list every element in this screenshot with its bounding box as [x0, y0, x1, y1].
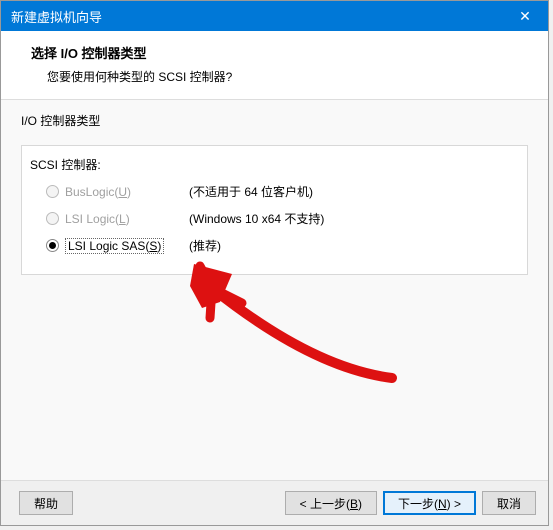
- wizard-header: 选择 I/O 控制器类型 您要使用何种类型的 SCSI 控制器?: [1, 31, 548, 100]
- radio-note: (Windows 10 x64 不支持): [189, 210, 324, 227]
- cancel-button[interactable]: 取消: [482, 491, 536, 515]
- footer: 帮助 < 上一步(B) 下一步(N) > 取消: [1, 480, 548, 525]
- next-button[interactable]: 下一步(N) >: [383, 491, 476, 515]
- radio-icon: [46, 212, 59, 225]
- help-button[interactable]: 帮助: [19, 491, 73, 515]
- back-button[interactable]: < 上一步(B): [285, 491, 377, 515]
- controller-group: SCSI 控制器: BusLogic(U) (不适用于 64 位客户机) LSI…: [21, 145, 528, 275]
- close-icon: ✕: [519, 8, 531, 25]
- annotation-arrow: [162, 258, 422, 398]
- window-title: 新建虚拟机向导: [11, 7, 102, 26]
- scsi-subsection: SCSI 控制器: BusLogic(U) (不适用于 64 位客户机) LSI…: [22, 146, 527, 254]
- radio-note: (不适用于 64 位客户机): [189, 183, 313, 200]
- radio-label: BusLogic(U): [65, 185, 175, 199]
- radio-note: (推荐): [189, 237, 221, 254]
- titlebar: 新建虚拟机向导 ✕: [1, 1, 548, 31]
- radio-option-lsilogicsas[interactable]: LSI Logic SAS(S) (推荐): [46, 237, 519, 254]
- radio-icon: [46, 239, 59, 252]
- radio-icon: [46, 185, 59, 198]
- page-title: 选择 I/O 控制器类型: [31, 43, 528, 62]
- wizard-window: 新建虚拟机向导 ✕ 选择 I/O 控制器类型 您要使用何种类型的 SCSI 控制…: [0, 0, 549, 526]
- close-button[interactable]: ✕: [502, 1, 548, 31]
- radio-label: LSI Logic SAS(S): [65, 239, 175, 253]
- page-subtitle: 您要使用何种类型的 SCSI 控制器?: [47, 68, 528, 85]
- group-legend: I/O 控制器类型: [21, 112, 528, 129]
- content-area: I/O 控制器类型 SCSI 控制器: BusLogic(U) (不适用于 64…: [1, 100, 548, 480]
- radio-label: LSI Logic(L): [65, 212, 175, 226]
- scsi-label: SCSI 控制器:: [30, 156, 519, 173]
- radio-option-buslogic: BusLogic(U) (不适用于 64 位客户机): [46, 183, 519, 200]
- radio-option-lsilogic: LSI Logic(L) (Windows 10 x64 不支持): [46, 210, 519, 227]
